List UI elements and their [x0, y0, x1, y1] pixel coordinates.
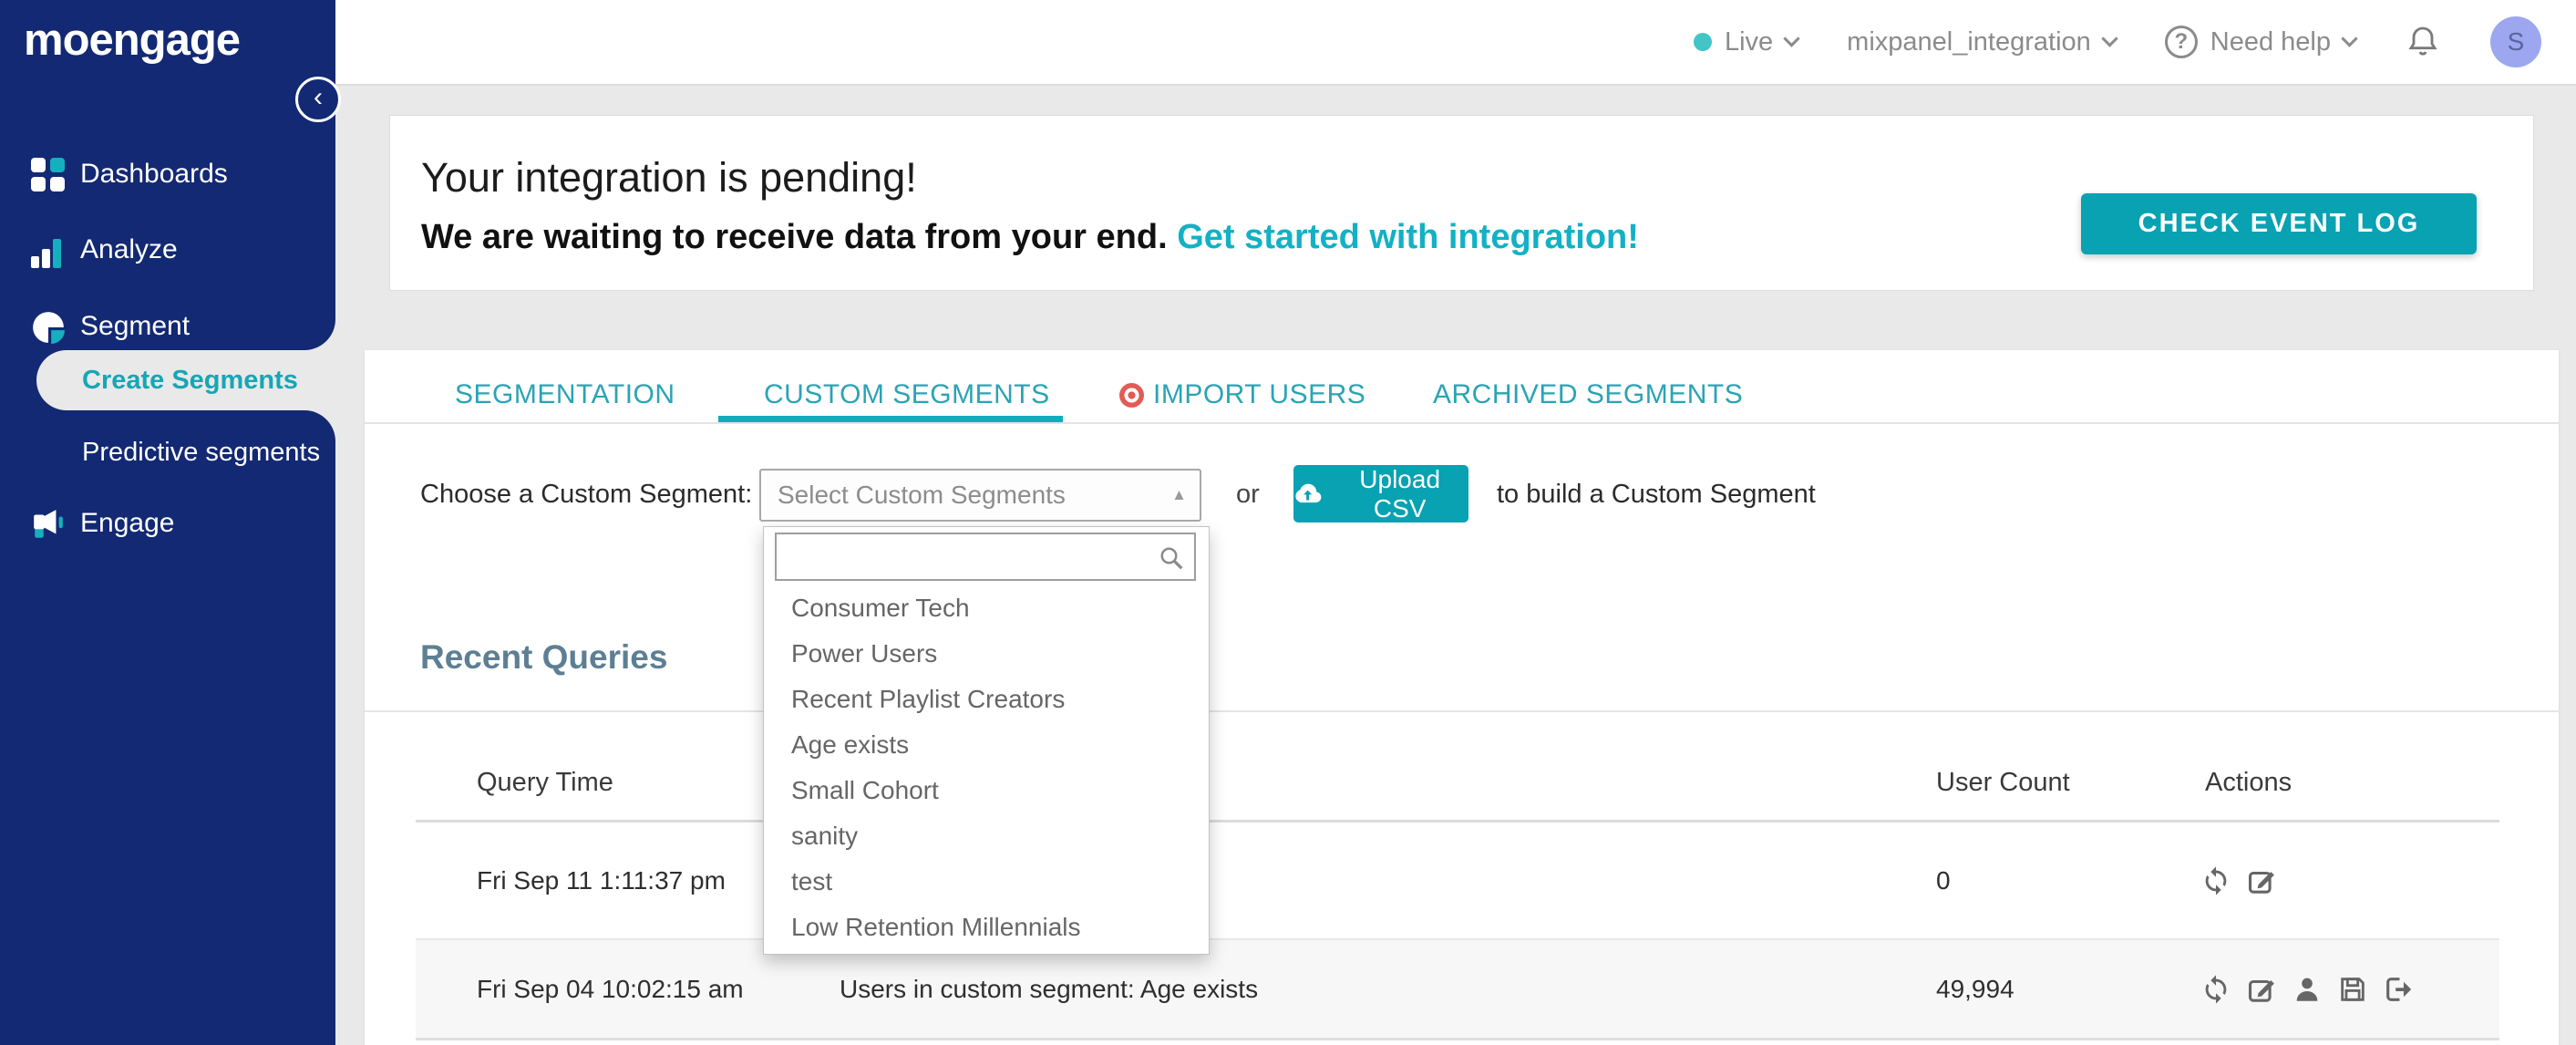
dropdown-option[interactable]: sanity [764, 813, 1209, 859]
sidebar-item-analyze[interactable]: Analyze [0, 229, 335, 271]
sidebar-item-label: Analyze [80, 234, 178, 264]
upload-csv-label: Upload CSV [1359, 464, 1441, 522]
avatar-initial: S [2507, 27, 2525, 56]
dropdown-option[interactable]: Age exists [764, 722, 1209, 768]
tabs-divider [365, 422, 2559, 424]
row-actions [2200, 974, 2414, 1005]
sidebar-item-label: Dashboards [80, 159, 228, 189]
integration-pending-banner: Your integration is pending! We are wait… [389, 115, 2534, 291]
recent-queries-title: Recent Queries [420, 638, 668, 676]
banner-title: Your integration is pending! [421, 154, 917, 201]
search-icon [1160, 547, 1183, 570]
or-text: or [1236, 480, 1260, 509]
sidebar-item-predictive-segments[interactable]: Predictive segments [0, 431, 335, 473]
dropdown-option[interactable]: Small Cohort [764, 768, 1209, 813]
dropdown-option[interactable]: test [764, 859, 1209, 905]
tab-label: IMPORT USERS [1153, 379, 1366, 409]
table-row: Fri Sep 11 1:11:37 pm 0 [416, 823, 2499, 938]
tab-custom-segments[interactable]: CUSTOM SEGMENTS [764, 378, 1050, 412]
save-icon[interactable] [2337, 974, 2368, 1005]
environment-dropdown[interactable]: Live [1693, 26, 1800, 57]
dropdown-options: Consumer Tech Power Users Recent Playlis… [764, 585, 1209, 950]
dropdown-option[interactable]: Power Users [764, 631, 1209, 677]
app-root: moengage ‹ Dashboards Analyze Segment Cr… [0, 0, 2576, 1045]
tab-import-users[interactable]: IMPORT USERS [1119, 378, 1365, 412]
sidebar-item-label: Engage [80, 508, 175, 538]
tab-segmentation[interactable]: SEGMENTATION [455, 378, 675, 412]
notifications-bell-icon[interactable] [2405, 24, 2441, 60]
column-header-user-count: User Count [1936, 768, 2070, 797]
dropdown-search [775, 533, 1196, 581]
dashboard-grid-icon [31, 156, 67, 192]
recent-queries-divider [365, 710, 2559, 712]
table-row: Fri Sep 04 10:02:15 am Users in custom s… [416, 940, 2499, 1038]
cloud-upload-icon [1295, 483, 1322, 502]
query-time-cell: Fri Sep 11 1:11:37 pm [477, 865, 726, 895]
tab-label: ARCHIVED SEGMENTS [1433, 379, 1744, 409]
user-icon[interactable] [2292, 974, 2323, 1005]
dropdown-option[interactable]: Recent Playlist Creators [764, 677, 1209, 722]
edit-icon[interactable] [2246, 865, 2277, 896]
chevron-down-icon [1783, 29, 1800, 47]
sidebar-item-label: Segment [80, 311, 191, 341]
sidebar-subitem-label: Predictive segments [82, 437, 321, 467]
row-actions [2200, 865, 2277, 896]
export-icon[interactable] [2383, 974, 2414, 1005]
chevron-left-icon: ‹ [314, 82, 323, 112]
caret-up-icon: ▲ [1171, 486, 1187, 503]
moengage-logo: moengage [24, 16, 241, 65]
refresh-icon[interactable] [2200, 974, 2231, 1005]
select-value: Select Custom Segments [778, 481, 1066, 509]
tab-archived-segments[interactable]: ARCHIVED SEGMENTS [1433, 378, 1743, 412]
tab-label: SEGMENTATION [455, 379, 675, 409]
query-cell: Users in custom segment: Age exists [840, 974, 1259, 1003]
sidebar-notch-top [304, 319, 335, 350]
build-segment-suffix-text: to build a Custom Segment [1497, 480, 1816, 509]
need-help-label: Need help [2210, 26, 2331, 57]
user-avatar[interactable]: S [2490, 16, 2541, 67]
need-help-dropdown[interactable]: ? Need help [2164, 26, 2358, 58]
bar-chart-icon [31, 232, 67, 268]
user-count-cell: 0 [1936, 865, 1951, 895]
column-header-actions: Actions [2205, 768, 2293, 797]
check-event-log-button[interactable]: CHECK EVENT LOG [2081, 193, 2477, 254]
sidebar-item-segment[interactable]: Segment [0, 305, 335, 347]
choose-segment-label: Choose a Custom Segment: [420, 480, 753, 509]
table-bottom-divider [416, 1038, 2499, 1040]
custom-segment-dropdown: Consumer Tech Power Users Recent Playlis… [763, 526, 1210, 955]
search-input[interactable] [777, 534, 1194, 579]
workspace-label: mixpanel_integration [1847, 26, 2091, 57]
help-icon: ? [2164, 26, 2198, 58]
sidebar-subitem-label: Create Segments [82, 365, 298, 395]
column-header-query-time: Query Time [477, 768, 613, 797]
refresh-icon[interactable] [2200, 865, 2231, 896]
sidebar: moengage ‹ Dashboards Analyze Segment Cr… [0, 0, 341, 1045]
sidebar-item-dashboards[interactable]: Dashboards [0, 153, 335, 195]
environment-label: Live [1724, 26, 1774, 57]
pie-chart-icon [31, 308, 67, 345]
segments-card: SEGMENTATION CUSTOM SEGMENTS IMPORT USER… [365, 350, 2559, 1045]
user-count-cell: 49,994 [1936, 974, 2014, 1003]
sidebar-collapse-button[interactable]: ‹ [295, 77, 341, 122]
record-dot-icon [1119, 382, 1144, 408]
megaphone-icon [31, 505, 67, 542]
banner-subtitle: We are waiting to receive data from your… [421, 218, 1639, 256]
chevron-down-icon [2341, 29, 2358, 47]
topbar: Live mixpanel_integration ? Need help S [335, 0, 2576, 86]
chevron-down-icon [2101, 29, 2118, 47]
tab-label: CUSTOM SEGMENTS [764, 379, 1050, 409]
sidebar-item-engage[interactable]: Engage [0, 502, 335, 544]
query-time-cell: Fri Sep 04 10:02:15 am [477, 974, 744, 1003]
dropdown-option[interactable]: Consumer Tech [764, 585, 1209, 631]
get-started-link[interactable]: Get started with integration! [1177, 218, 1639, 256]
edit-icon[interactable] [2246, 974, 2277, 1005]
sidebar-item-create-segments[interactable]: Create Segments [36, 350, 335, 410]
dropdown-option[interactable]: Low Retention Millennials [764, 905, 1209, 950]
custom-segment-select[interactable]: Select Custom Segments ▲ [759, 469, 1201, 522]
live-status-dot-icon [1693, 33, 1712, 51]
workspace-dropdown[interactable]: mixpanel_integration [1847, 26, 2118, 57]
upload-csv-button[interactable]: Upload CSV [1293, 465, 1468, 522]
